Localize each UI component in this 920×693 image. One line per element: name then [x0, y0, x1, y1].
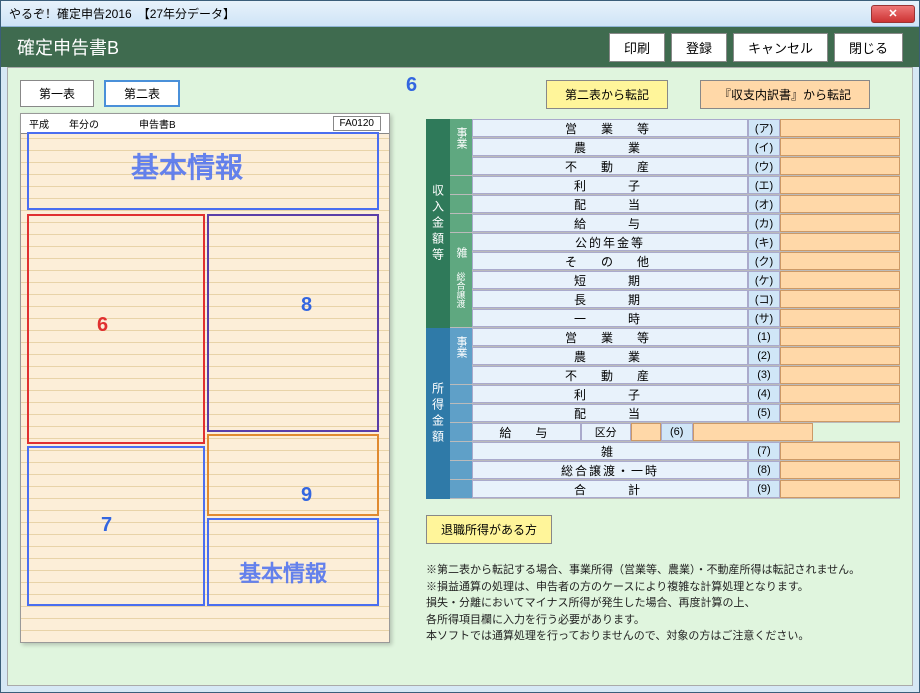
table-row: 利 子(エ) — [450, 176, 900, 195]
form-name: 申告書B — [139, 116, 176, 131]
table-row: 営 業 等(ア) — [472, 119, 900, 138]
shotoku-input[interactable] — [780, 480, 900, 498]
table-row: 給 与(カ) — [450, 214, 900, 233]
shotoku-input[interactable] — [780, 461, 900, 479]
print-button[interactable]: 印刷 — [609, 33, 665, 62]
app-window: やるぞ！確定申告2016 【27年分データ】 ✕ 確定申告書B 印刷 登録 キャ… — [0, 0, 920, 693]
shotoku-input[interactable] — [693, 423, 813, 441]
notes: ※第二表から転記する場合、事業所得（営業等、農業）・不動産所得は転記されません。… — [426, 562, 900, 645]
content-area: 第一表 第二表 平成 年分の 申告書B FA0120 基本情報 6 8 — [7, 67, 913, 686]
table-row: 農 業(2) — [472, 347, 900, 366]
group-transfer: 総合譲渡 — [450, 271, 472, 309]
tab-second[interactable]: 第二表 — [104, 80, 180, 107]
file-id: FA0120 — [333, 116, 381, 131]
tab-first[interactable]: 第一表 — [20, 80, 94, 107]
table-row: 給 与区分(6) — [450, 423, 900, 442]
retirement-income-button[interactable]: 退職所得がある方 — [426, 515, 552, 544]
marker-6: 6 — [406, 74, 417, 97]
income-input[interactable] — [780, 252, 900, 270]
table-row: 不 動 産(3) — [450, 366, 900, 385]
shotoku-input[interactable] — [780, 328, 900, 346]
shotoku-section-label: 所得金額 — [426, 328, 450, 499]
table-row: 農 業(イ) — [472, 138, 900, 157]
table-row: 利 子(4) — [450, 385, 900, 404]
overlay-num-8: 8 — [301, 294, 312, 317]
app-header: 確定申告書B 印刷 登録 キャンセル 閉じる — [1, 27, 919, 67]
income-input[interactable] — [780, 157, 900, 175]
income-input[interactable] — [780, 214, 900, 232]
form-preview: 平成 年分の 申告書B FA0120 基本情報 6 8 9 7 — [20, 113, 390, 643]
table-row: 営 業 等(1) — [472, 328, 900, 347]
table-row: 長 期(コ) — [472, 290, 900, 309]
note-line: ※第二表から転記する場合、事業所得（営業等、農業）・不動産所得は転記されません。 — [426, 562, 900, 579]
income-input[interactable] — [780, 195, 900, 213]
income-input[interactable] — [780, 176, 900, 194]
income-table: 収入金額等 事業 営 業 等(ア) 農 業(イ) 不 動 産(ウ) 利 子(エ)… — [426, 119, 900, 328]
overlay-6 — [27, 214, 205, 444]
income-input[interactable] — [780, 290, 900, 308]
income-input[interactable] — [780, 138, 900, 156]
overlay-9 — [207, 434, 379, 516]
form-header: 平成 年分の 申告書B FA0120 — [21, 114, 389, 134]
overlay-7 — [27, 446, 205, 606]
group-business-2: 事業 — [450, 328, 472, 366]
transfer-from-table2-button[interactable]: 第二表から転記 — [546, 80, 668, 109]
overlay-num-9: 9 — [301, 484, 312, 507]
overlay-num-6: 6 — [97, 314, 108, 337]
close-button[interactable]: 閉じる — [834, 33, 903, 62]
income-section-label: 収入金額等 — [426, 119, 450, 328]
shotoku-input[interactable] — [780, 404, 900, 422]
overlay-basic2-label: 基本情報 — [239, 556, 327, 588]
overlay-num-7: 7 — [101, 514, 112, 537]
table-row: 短 期(ケ) — [472, 271, 900, 290]
save-button[interactable]: 登録 — [671, 33, 727, 62]
kubun-input[interactable] — [631, 423, 661, 441]
income-input[interactable] — [780, 119, 900, 137]
group-misc: 雑 — [450, 233, 472, 271]
table-row: そ の 他(ク) — [472, 252, 900, 271]
cancel-button[interactable]: キャンセル — [733, 33, 828, 62]
note-line: ※損益通算の処理は、申告者の方のケースにより複雑な計算処理となります。 — [426, 579, 900, 596]
table-row: 一 時(サ) — [450, 309, 900, 328]
overlay-8 — [207, 214, 379, 432]
left-pane: 第一表 第二表 平成 年分の 申告書B FA0120 基本情報 6 8 — [20, 80, 410, 673]
table-row: 公的年金等(キ) — [472, 233, 900, 252]
table-row: 総合譲渡・一時(8) — [450, 461, 900, 480]
note-line: 本ソフトでは通算処理を行っておりませんので、対象の方はご注意ください。 — [426, 628, 900, 645]
note-line: 損失・分離においてマイナス所得が発生した場合、再度計算の上、 — [426, 595, 900, 612]
heisei-label: 平成 年分の — [29, 116, 99, 131]
income-input[interactable] — [780, 271, 900, 289]
window-title: やるぞ！確定申告2016 【27年分データ】 — [5, 5, 871, 22]
transfer-from-breakdown-button[interactable]: 『収支内訳書』から転記 — [700, 80, 870, 109]
income-input[interactable] — [780, 233, 900, 251]
note-line: 各所得項目欄に入力を行う必要があります。 — [426, 612, 900, 629]
table-row: 合 計(9) — [450, 480, 900, 499]
shotoku-table: 所得金額 事業 営 業 等(1) 農 業(2) 不 動 産(3) 利 子(4) … — [426, 328, 900, 499]
table-row: 配 当(オ) — [450, 195, 900, 214]
table-row: 配 当(5) — [450, 404, 900, 423]
titlebar: やるぞ！確定申告2016 【27年分データ】 ✕ — [1, 1, 919, 27]
window-close-button[interactable]: ✕ — [871, 5, 915, 23]
group-business: 事業 — [450, 119, 472, 157]
shotoku-input[interactable] — [780, 442, 900, 460]
shotoku-input[interactable] — [780, 347, 900, 365]
overlay-basic-label: 基本情報 — [131, 146, 243, 186]
income-input[interactable] — [780, 309, 900, 327]
table-row: 雑(7) — [450, 442, 900, 461]
page-title: 確定申告書B — [17, 34, 603, 60]
right-pane: 6 第二表から転記 『収支内訳書』から転記 収入金額等 事業 営 業 等(ア) … — [426, 80, 900, 673]
shotoku-input[interactable] — [780, 366, 900, 384]
shotoku-input[interactable] — [780, 385, 900, 403]
table-row: 不 動 産(ウ) — [450, 157, 900, 176]
